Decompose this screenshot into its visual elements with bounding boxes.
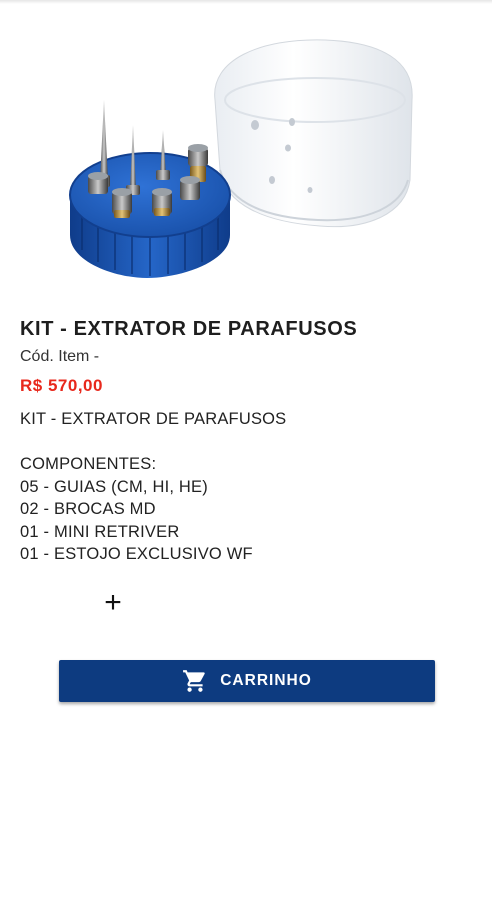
description-line: COMPONENTES: (20, 455, 157, 473)
description-line (20, 431, 286, 454)
description-line: 01 - MINI RETRIVER (20, 522, 180, 541)
product-price: R$ 570,00 (20, 376, 103, 395)
product-description: KIT - EXTRATOR DE PARAFUSOS COMPONENTES:… (20, 408, 286, 566)
cart-icon (183, 670, 205, 692)
description-line: 05 - GUIAS (CM, HI, HE) (20, 477, 208, 496)
lid-shape (214, 39, 413, 228)
product-title: KIT - EXTRATOR DE PARAFUSOS (20, 318, 358, 340)
top-divider (0, 0, 492, 4)
product-image (60, 30, 430, 290)
item-code: Cód. Item - (20, 348, 100, 365)
description-line: 02 - BROCAS MD (20, 500, 156, 518)
description-line: KIT - EXTRATOR DE PARAFUSOS (20, 410, 287, 428)
description-line: 01 - ESTOJO EXCLUSIVO WF (20, 545, 253, 563)
cart-button-label: CARRINHO (220, 672, 312, 689)
add-to-cart-button[interactable]: CARRINHO (59, 660, 435, 702)
plus-icon[interactable]: + (99, 588, 127, 618)
